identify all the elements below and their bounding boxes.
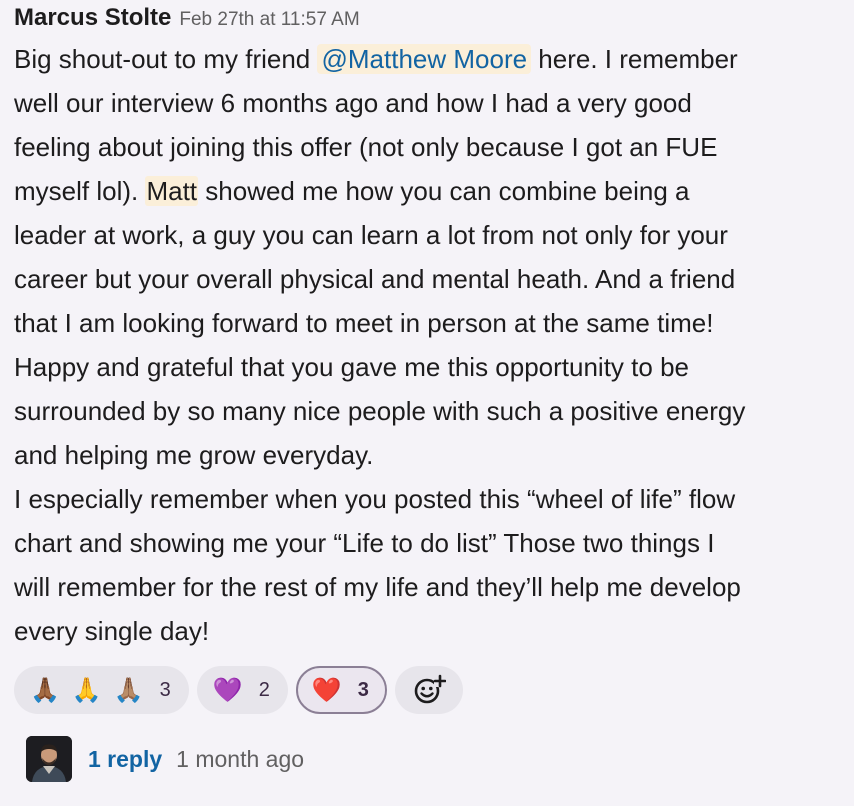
message-line: every single day! <box>14 616 210 646</box>
folded-hands-icon: 🙏 <box>71 676 102 704</box>
add-reaction-button[interactable] <box>394 666 463 714</box>
reaction-purple-heart[interactable]: 💜 2 <box>196 666 288 714</box>
user-avatar[interactable] <box>26 736 72 782</box>
message-timestamp[interactable]: Feb 27th at 11:57 AM <box>179 9 359 31</box>
message-line: will remember for the rest of my life an… <box>14 572 741 602</box>
message-line: feeling about joining this offer (not on… <box>14 132 718 162</box>
reactions-bar: 🙏🏾 🙏 🙏🏽 3 💜 2 ❤️ 3 <box>14 666 463 714</box>
message-line: Big shout-out to my friend @Matthew Moor… <box>14 37 854 81</box>
add-emoji-icon <box>412 673 446 707</box>
reply-count-link[interactable]: 1 reply <box>88 746 162 773</box>
message-line: chart and showing me your “Life to do li… <box>14 528 715 558</box>
reaction-count: 3 <box>159 678 171 701</box>
reaction-count: 3 <box>357 678 369 701</box>
message-body: Big shout-out to my friend @Matthew Moor… <box>14 37 854 653</box>
message-line: myself lol). Matt showed me how you can … <box>14 169 854 213</box>
text-segment: here. I remember <box>531 44 738 74</box>
highlighted-keyword: Matt <box>145 176 199 206</box>
message-line: leader at work, a guy you can learn a lo… <box>14 220 728 250</box>
message-line: Happy and grateful that you gave me this… <box>14 352 689 382</box>
folded-hands-medium-icon: 🙏🏽 <box>113 676 144 704</box>
purple-heart-icon: 💜 <box>212 676 243 704</box>
thread-summary[interactable]: 1 reply 1 month ago <box>26 736 304 782</box>
user-mention[interactable]: @Matthew Moore <box>317 44 532 74</box>
message-line: and helping me grow everyday. <box>14 440 374 470</box>
folded-hands-dark-icon: 🙏🏾 <box>30 676 60 704</box>
message-line: well our interview 6 months ago and how … <box>14 88 692 118</box>
message-line: that I am looking forward to meet in per… <box>14 308 714 338</box>
author-name[interactable]: Marcus Stolte <box>14 4 171 32</box>
red-heart-icon: ❤️ <box>311 676 342 704</box>
message-line: surrounded by so many nice people with s… <box>14 396 746 426</box>
reply-time: 1 month ago <box>176 745 305 772</box>
text-segment: myself lol). <box>14 176 146 206</box>
message-line: career but your overall physical and men… <box>14 264 736 294</box>
text-segment: Big shout-out to my friend <box>14 44 318 74</box>
reaction-count: 2 <box>258 678 270 701</box>
reaction-red-heart[interactable]: ❤️ 3 <box>295 666 387 714</box>
text-segment: showed me how you can combine being a <box>198 176 690 206</box>
message-header: Marcus Stolte Feb 27th at 11:57 AM <box>14 4 360 38</box>
reaction-folded-hands[interactable]: 🙏🏾 🙏 🙏🏽 3 <box>14 666 189 714</box>
message-line: I especially remember when you posted th… <box>14 484 736 514</box>
